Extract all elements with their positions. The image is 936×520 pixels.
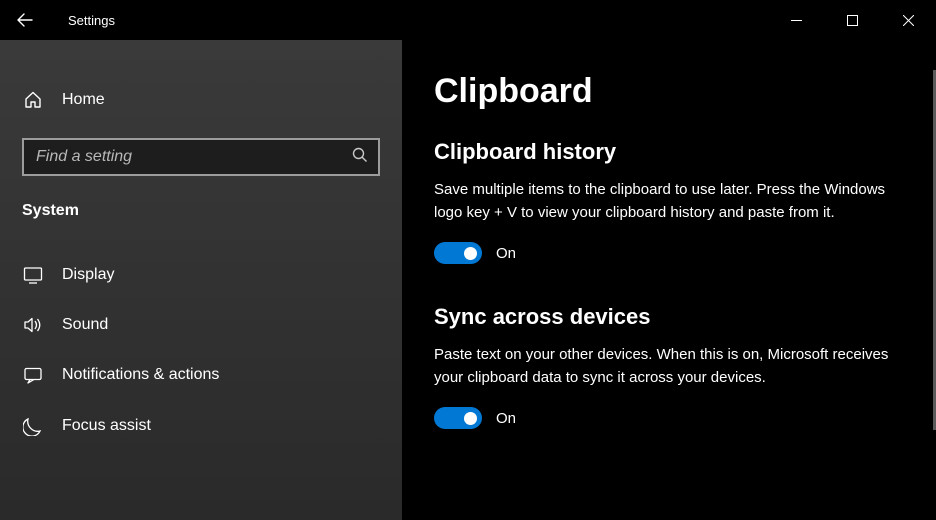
sidebar-nav-list: Display Sound bbox=[0, 250, 402, 452]
back-button[interactable] bbox=[0, 0, 50, 40]
sidebar-item-label: Sound bbox=[62, 316, 108, 334]
sidebar-item-notifications[interactable]: Notifications & actions bbox=[0, 350, 402, 400]
content-pane: Clipboard Clipboard history Save multipl… bbox=[402, 40, 936, 520]
close-icon bbox=[903, 15, 914, 26]
display-icon bbox=[22, 266, 44, 284]
minimize-icon bbox=[791, 15, 802, 26]
sidebar: Home System bbox=[0, 40, 402, 520]
page-title: Clipboard bbox=[434, 72, 898, 111]
body-split: Home System bbox=[0, 40, 936, 520]
notifications-icon bbox=[22, 366, 44, 384]
sync-across-devices-toggle[interactable] bbox=[434, 407, 482, 429]
sidebar-item-label: Notifications & actions bbox=[62, 366, 219, 384]
minimize-button[interactable] bbox=[768, 0, 824, 40]
toggle-state-label: On bbox=[496, 245, 516, 262]
search-input[interactable] bbox=[36, 148, 352, 166]
home-icon bbox=[22, 90, 44, 110]
search-icon bbox=[352, 147, 368, 168]
sidebar-item-focus-assist[interactable]: Focus assist bbox=[0, 400, 402, 452]
search-box[interactable] bbox=[22, 138, 380, 176]
titlebar-left: Settings bbox=[0, 0, 115, 40]
sound-icon bbox=[22, 316, 44, 334]
section-description: Save multiple items to the clipboard to … bbox=[434, 179, 898, 224]
focus-assist-icon bbox=[22, 416, 44, 436]
section-sync-across-devices: Sync across devices Paste text on your o… bbox=[434, 304, 898, 429]
close-button[interactable] bbox=[880, 0, 936, 40]
window-controls bbox=[768, 0, 936, 40]
titlebar: Settings bbox=[0, 0, 936, 40]
toggle-state-label: On bbox=[496, 410, 516, 427]
sidebar-item-display[interactable]: Display bbox=[0, 250, 402, 300]
maximize-button[interactable] bbox=[824, 0, 880, 40]
window-title: Settings bbox=[68, 13, 115, 28]
toggle-row: On bbox=[434, 242, 898, 264]
arrow-left-icon bbox=[17, 12, 33, 28]
sidebar-item-sound[interactable]: Sound bbox=[0, 300, 402, 350]
section-heading: Sync across devices bbox=[434, 304, 898, 330]
sidebar-item-label: Display bbox=[62, 266, 114, 284]
search-container bbox=[22, 138, 380, 176]
section-description: Paste text on your other devices. When t… bbox=[434, 344, 898, 389]
toggle-row: On bbox=[434, 407, 898, 429]
sidebar-item-label: Focus assist bbox=[62, 417, 151, 435]
section-clipboard-history: Clipboard history Save multiple items to… bbox=[434, 139, 898, 264]
section-heading: Clipboard history bbox=[434, 139, 898, 165]
sidebar-home-label: Home bbox=[62, 91, 105, 109]
sidebar-section-title: System bbox=[0, 176, 402, 230]
sidebar-home[interactable]: Home bbox=[0, 78, 402, 122]
maximize-icon bbox=[847, 15, 858, 26]
clipboard-history-toggle[interactable] bbox=[434, 242, 482, 264]
